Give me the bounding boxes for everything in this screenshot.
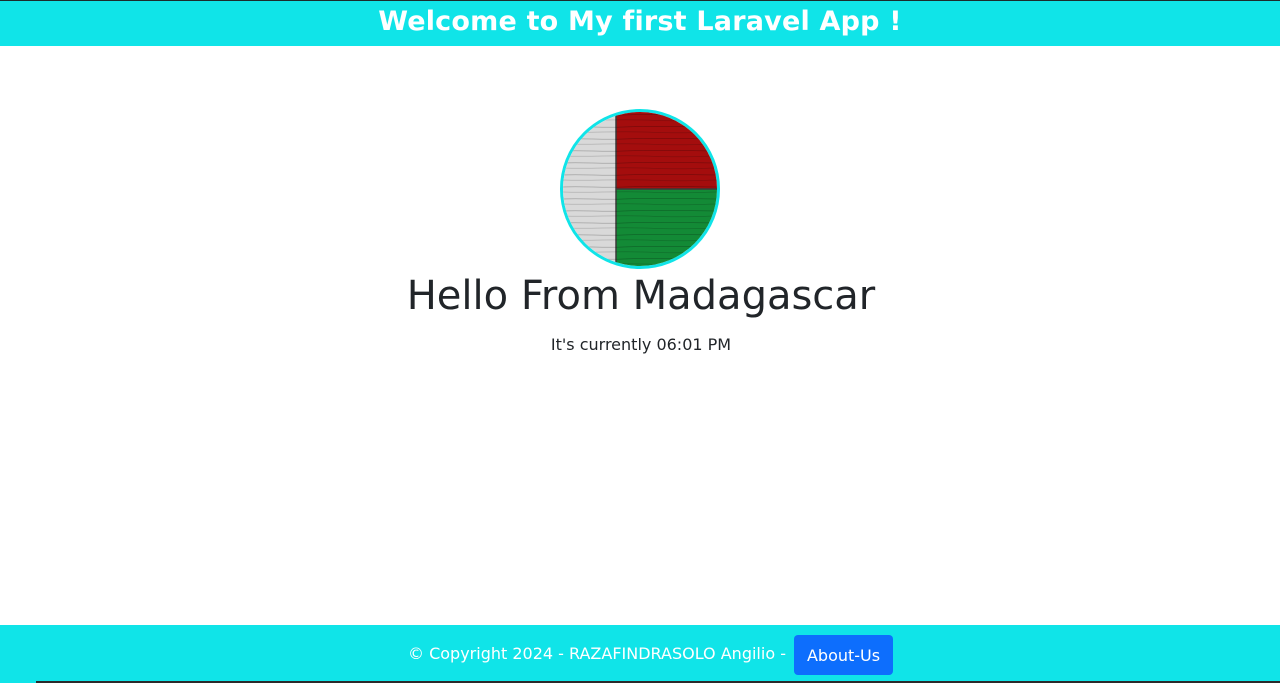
footer-content: © Copyright 2024 - RAZAFINDRASOLO Angili… <box>408 634 894 675</box>
madagascar-flag-image <box>560 109 720 269</box>
madagascar-flag-icon <box>563 112 717 266</box>
header-title: Welcome to My first Laravel App ! <box>378 6 902 37</box>
app-root: Welcome to My first Laravel App ! Hello … <box>0 0 1280 683</box>
page-header: Welcome to My first Laravel App ! <box>0 1 1280 46</box>
page-footer: © Copyright 2024 - RAZAFINDRASOLO Angili… <box>0 625 1280 683</box>
about-us-button[interactable]: About-Us <box>793 635 894 675</box>
hello-heading: Hello From Madagascar <box>406 273 876 319</box>
current-time-text: It's currently 06:01 PM <box>550 335 732 354</box>
copyright-text: © Copyright 2024 - RAZAFINDRASOLO Angili… <box>408 643 786 663</box>
main-content: Hello From Madagascar It's currently 06:… <box>0 46 1280 625</box>
